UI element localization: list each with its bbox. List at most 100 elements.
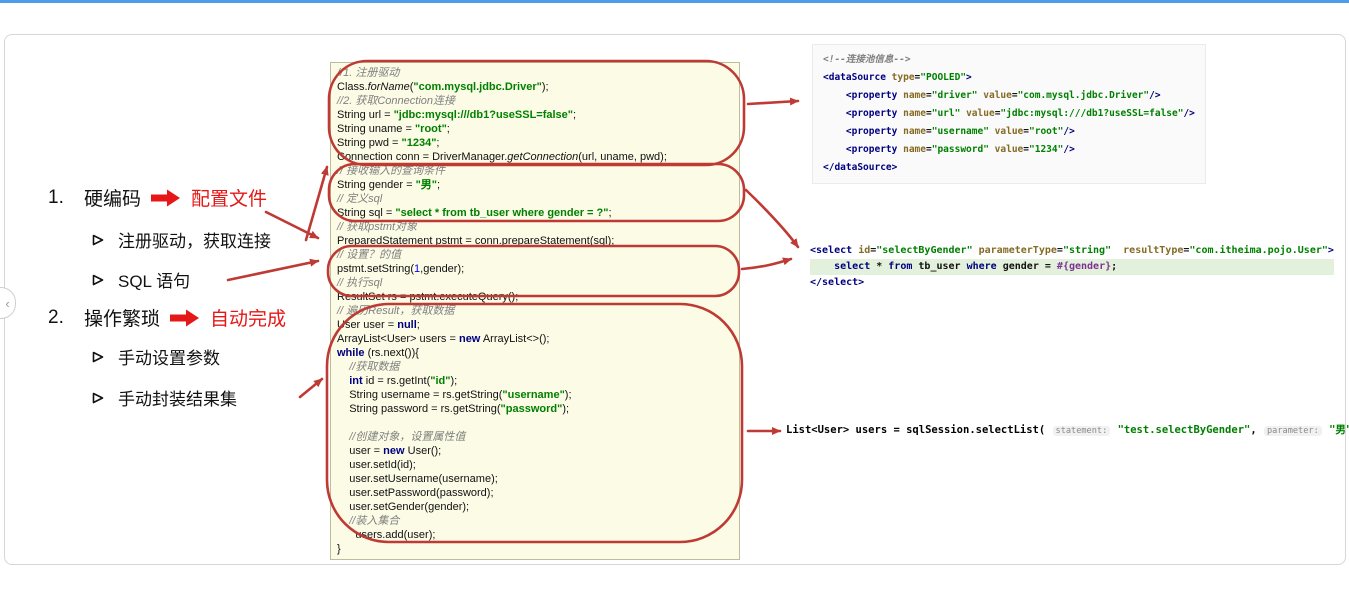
code-line: <dataSource type="POOLED"> (823, 69, 1195, 87)
outline-subitem-label: 手动封装结果集 (118, 390, 237, 409)
code-token: pstmt.setString( (337, 263, 415, 275)
code-token: ; (437, 179, 441, 191)
code-token: ); (564, 389, 572, 401)
code-token: (rs.next()){ (364, 347, 419, 359)
code-token: String url = (337, 109, 394, 121)
code-token: ; (436, 137, 440, 149)
code-token: "username" (931, 126, 989, 137)
arrowhead-bullet-icon (92, 274, 104, 285)
code-token: // 定义sql (337, 193, 383, 205)
code-line: User user = null; (337, 318, 733, 332)
code-token: getConnection (507, 151, 579, 163)
arrow-right-icon (170, 309, 200, 326)
code-line: //创建对象，设置属性值 (337, 430, 733, 444)
code-token: String gender = (337, 179, 416, 191)
code-token: ; (416, 319, 420, 331)
outline-number: 1. (48, 186, 64, 208)
code-token: ); (541, 81, 549, 93)
code-token: //2. 获取Connection连接 (337, 95, 455, 107)
code-token: </select> (810, 277, 865, 288)
code-token: List<User> users = sqlSession.selectList… (786, 424, 1052, 436)
code-token: "driver" (931, 90, 978, 101)
code-line: // 设置？的值 (337, 248, 733, 262)
code-line: String username = rs.getString("username… (337, 388, 733, 402)
code-token: value (983, 90, 1012, 101)
code-token: "id" (430, 375, 451, 387)
code-token: tb_user (918, 261, 961, 272)
outline-tag: 自动完成 (210, 309, 287, 330)
code-token: String password = rs.getString( (337, 403, 501, 415)
code-line: } (337, 542, 733, 556)
code-token: "root" (414, 123, 447, 135)
code-token: "root" (1029, 126, 1064, 137)
code-token: "com.mysql.jdbc.Driver" (1017, 90, 1150, 101)
code-line: String pwd = "1234"; (337, 136, 733, 150)
code-token: "jdbc:mysql:///db1?useSSL=false" (1000, 108, 1184, 119)
code-line: //获取数据 (337, 360, 733, 374)
code-token: id = rs.getInt( (362, 375, 431, 387)
code-token: "POOLED" (920, 72, 967, 83)
code-line: </select> (810, 275, 1334, 291)
code-token: ArrayList<User> users = (337, 333, 459, 345)
code-line: ResultSet rs = pstmt.executeQuery(); (337, 290, 733, 304)
code-token: , (1250, 424, 1263, 436)
code-line: Connection conn = DriverManager.getConne… (337, 150, 733, 164)
code-token: <dataSource (823, 72, 886, 83)
code-token: ; (446, 123, 450, 135)
code-line: <property name="username" value="root"/> (823, 123, 1195, 141)
code-token: "select * from tb_user where gender = ?" (395, 207, 609, 219)
code-token: user.setGender(gender); (337, 501, 470, 513)
code-token: /> (1149, 90, 1161, 101)
outline-subitem-label: SQL 语句 (118, 272, 191, 291)
outline-subitem-label: 手动设置参数 (118, 349, 220, 368)
code-line: <property name="url" value="jdbc:mysql:/… (823, 105, 1195, 123)
code-line: <!--连接池信息--> (823, 51, 1195, 69)
code-token: parameter: (1264, 426, 1322, 436)
code-token: id (858, 245, 871, 256)
code-token: "com.itheima.pojo.User" (1189, 245, 1328, 256)
code-token: name (903, 90, 926, 101)
code-token: gender = (996, 261, 1057, 272)
code-token: user.setPassword(password); (337, 487, 494, 499)
code-token: Class. (337, 81, 368, 93)
code-line: // 定义sql (337, 192, 733, 206)
code-token: while (337, 347, 365, 359)
code-token: user.setId(id); (337, 459, 416, 471)
code-token: //创建对象，设置属性值 (337, 431, 466, 443)
code-token: select (834, 261, 871, 272)
code-token: String username = rs.getString( (337, 389, 503, 401)
slide-canvas: ‹ 1. 硬编码 配置文件 注册驱动，获取连接 SQL 语句 2. 操作繁琐 自… (0, 0, 1349, 589)
code-token: } (337, 543, 341, 555)
code-token: <select (810, 245, 853, 256)
code-token: ; (608, 207, 612, 219)
code-token: // 接收输入的查询条件 (337, 165, 446, 177)
code-token: </dataSource> (823, 162, 898, 173)
code-line: String sql = "select * from tb_user wher… (337, 206, 733, 220)
chevron-left-icon: ‹ (5, 295, 10, 311)
code-token: int (349, 375, 363, 387)
code-token: // 执行sql (337, 277, 383, 289)
outline-subitem-wrap-results: 手动封装结果集 (92, 385, 237, 410)
xml-select-panel: <select id="selectByGender" parameterTyp… (810, 243, 1334, 291)
outline-title: 操作繁琐 (84, 309, 161, 330)
outline-subitem-sql-statement: SQL 语句 (92, 267, 190, 292)
arrowhead-bullet-icon (92, 392, 104, 403)
arrow-right-icon (151, 189, 181, 206)
code-line: while (rs.next()){ (337, 346, 733, 360)
code-token: > (1327, 245, 1334, 256)
code-token: <property (845, 144, 898, 155)
code-token: value (994, 144, 1024, 155)
jdbc-code-panel: //1. 注册驱动 Class.forName("com.mysql.jdbc.D… (330, 62, 740, 560)
code-line: // 接收输入的查询条件 (337, 164, 733, 178)
code-token: ; (1111, 261, 1118, 272)
code-token: name (903, 126, 926, 137)
code-line: users.add(user); (337, 528, 733, 542)
outline-subitem-label: 注册驱动，获取连接 (118, 232, 271, 251)
code-token: forName (367, 81, 410, 93)
code-line: //1. 注册驱动 (337, 66, 733, 80)
code-line: </dataSource> (823, 159, 1195, 177)
code-line: String url = "jdbc:mysql:///db1?useSSL=f… (337, 108, 733, 122)
